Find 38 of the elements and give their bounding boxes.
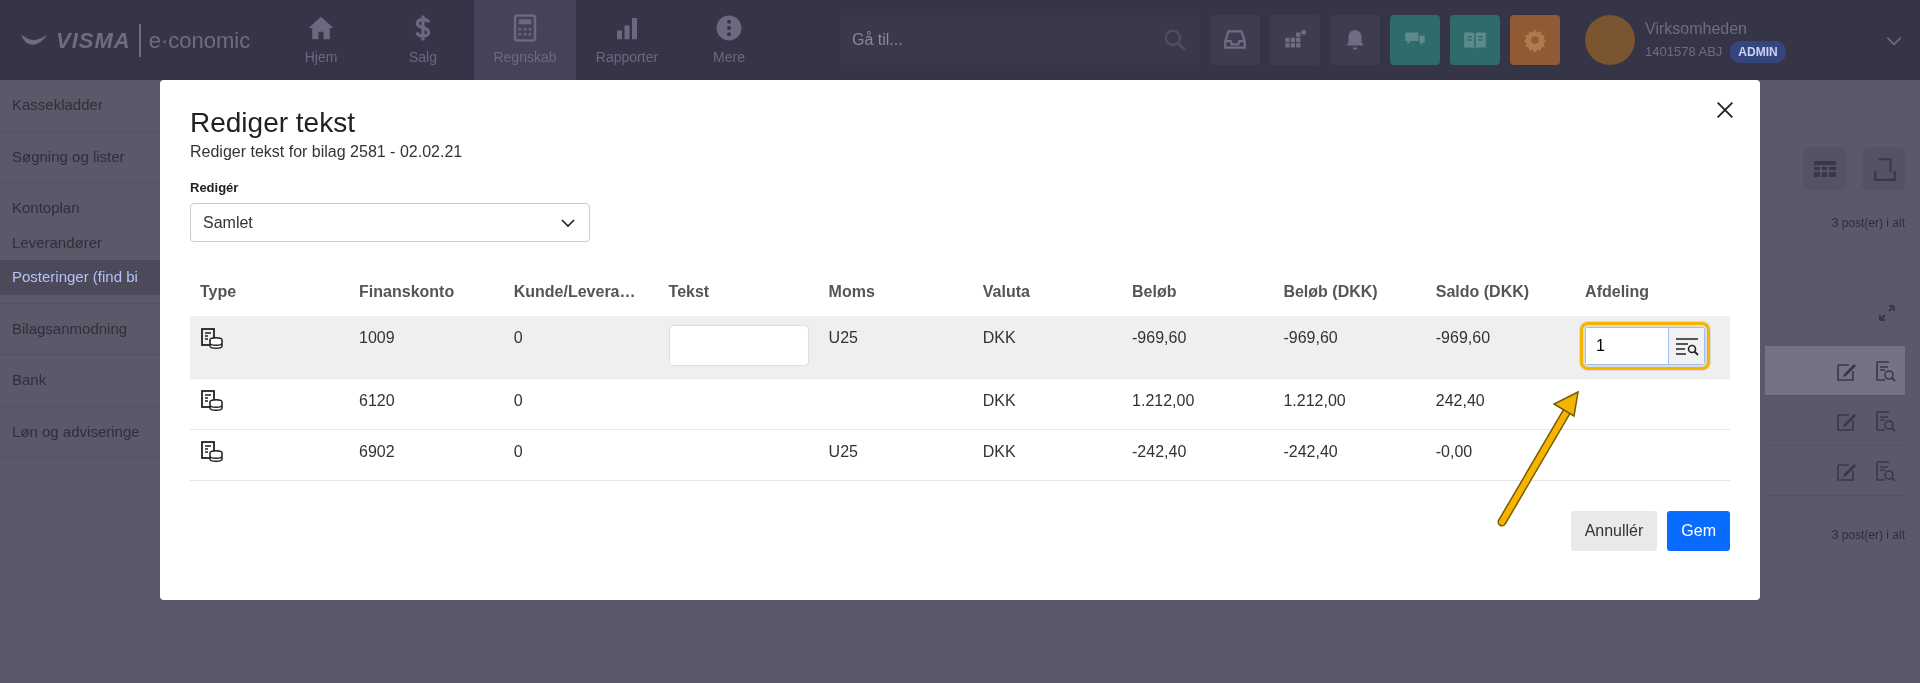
column-header: Tekst: [658, 268, 819, 317]
table-cell: 1.212,00: [1283, 391, 1346, 409]
column-header: Finanskonto: [349, 268, 504, 317]
table-cell: 0: [513, 329, 523, 347]
table-cell: -969,60: [1132, 329, 1187, 347]
dialog-title: Rediger tekst: [190, 106, 356, 140]
column-header: Beløb (DKK): [1273, 268, 1426, 317]
table-cell: DKK: [982, 391, 1016, 409]
table-cell: 0: [513, 442, 523, 460]
table-cell: 6902: [359, 442, 395, 460]
role-badge: ADMIN: [1730, 41, 1786, 63]
field-label: Redigér: [190, 178, 240, 197]
account-id: 1401578 ABJ: [1645, 43, 1723, 62]
column-header: Saldo (DKK): [1425, 268, 1576, 317]
table-cell: 1.212,00: [1132, 391, 1195, 409]
table-cell: 242,40: [1435, 391, 1485, 409]
table-cell: -242,40: [1283, 442, 1338, 460]
table-cell: -0,00: [1435, 442, 1473, 460]
dialog-subtitle: Rediger tekst for bilag 2581 - 02.02.21: [190, 141, 464, 162]
brand-logo-text: VISMA: [56, 26, 131, 55]
table-cell: DKK: [982, 329, 1016, 347]
column-header: Afdeling: [1575, 268, 1730, 317]
column-header: Type: [190, 268, 350, 317]
column-header: Kunde/Levera…: [503, 268, 659, 317]
table-cell: 1009: [359, 329, 395, 347]
column-header: Beløb: [1122, 268, 1274, 317]
table-cell: -969,60: [1435, 329, 1491, 347]
table-cell: U25: [828, 329, 858, 347]
column-header: Valuta: [972, 268, 1123, 317]
table-cell: U25: [828, 442, 858, 460]
table-cell: DKK: [982, 442, 1016, 460]
column-header: Moms: [818, 268, 973, 317]
company-name: Virksomheden: [1645, 19, 1748, 39]
table-cell: 0: [513, 391, 523, 409]
table-cell: 6120: [359, 391, 395, 409]
table-cell: -242,40: [1132, 442, 1187, 460]
product-name: e·conomic: [138, 23, 251, 57]
table-cell: -969,60: [1283, 329, 1338, 347]
